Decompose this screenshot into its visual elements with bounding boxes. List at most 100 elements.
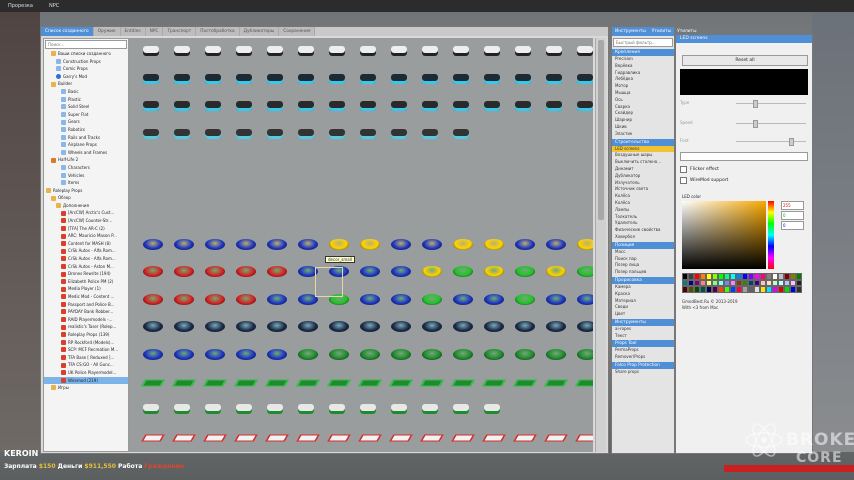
spawn-icon[interactable] [453, 211, 473, 222]
tree-node[interactable]: CrSk Autos - Alfa Rom... [44, 247, 128, 255]
spawn-icon[interactable] [205, 348, 225, 360]
spawn-icon[interactable] [174, 46, 190, 56]
spawn-icon[interactable] [205, 266, 225, 277]
spawn-icon[interactable] [174, 101, 190, 111]
tool-item[interactable]: Шарнир [612, 117, 674, 124]
spawn-icon[interactable] [267, 101, 283, 111]
spawn-icon[interactable] [515, 321, 535, 332]
spawn-icon[interactable] [360, 403, 376, 414]
tree-node[interactable]: ARC: Mauricio Mason P... [44, 232, 128, 240]
slider-knob[interactable] [788, 138, 794, 146]
tool-item[interactable]: Гидравлика [612, 70, 674, 77]
tool-item[interactable]: Share props [612, 369, 674, 376]
spawn-icon[interactable] [481, 434, 507, 442]
slider-knob[interactable] [752, 100, 758, 108]
spawn-icon[interactable] [360, 156, 380, 167]
spawn-icon[interactable] [484, 321, 504, 332]
spawn-icon[interactable] [453, 73, 469, 84]
spawn-icon[interactable] [360, 266, 380, 277]
spawn-icon[interactable] [264, 434, 290, 442]
spawn-icon[interactable] [546, 238, 566, 250]
spawn-icon[interactable] [391, 211, 411, 222]
tree-node[interactable]: Media Player (1) [44, 285, 128, 293]
tool-item[interactable]: Колёса [612, 193, 674, 200]
spawn-icon[interactable] [422, 184, 442, 195]
spawn-icon[interactable] [577, 211, 593, 222]
tool-item[interactable]: Ось [612, 97, 674, 104]
spawn-icon[interactable] [546, 211, 566, 222]
speed-slider[interactable] [736, 120, 806, 128]
tool-item[interactable]: Удалитель [612, 220, 674, 227]
spawn-icon[interactable] [515, 238, 535, 250]
tree-node[interactable]: Ваши списки созданного [44, 50, 128, 58]
spawn-icon[interactable] [205, 403, 221, 414]
tool-item[interactable]: Лебёдка [612, 76, 674, 83]
spawn-icon[interactable] [174, 403, 190, 414]
color-picker-field[interactable] [682, 201, 766, 269]
spawn-icon[interactable] [298, 184, 318, 195]
spawn-icon[interactable] [388, 379, 414, 387]
tool-item[interactable]: Сварка [612, 104, 674, 111]
spawn-icon[interactable] [202, 434, 228, 442]
spawn-icon[interactable] [267, 211, 287, 222]
tool-item[interactable]: Физические свойства [612, 227, 674, 234]
tree-node[interactable]: TFA CS:GO - All Gunc... [44, 361, 128, 369]
tree-node[interactable]: Basic [44, 88, 128, 96]
spawn-icon[interactable] [484, 211, 504, 222]
spawn-icon[interactable] [360, 293, 380, 305]
spawn-icon[interactable] [267, 46, 283, 56]
spawn-icon[interactable] [326, 434, 352, 442]
spawn-icon[interactable] [298, 128, 314, 139]
palette-swatch[interactable] [796, 286, 802, 293]
spawn-icon[interactable] [233, 379, 259, 387]
tool-item[interactable]: PermaProps [612, 347, 674, 354]
spawn-icon[interactable] [391, 321, 411, 332]
spawn-icon[interactable] [391, 293, 411, 305]
spawn-icon[interactable] [453, 403, 469, 414]
spawn-icon[interactable] [453, 266, 473, 277]
tree-node[interactable]: Passport and Police B... [44, 301, 128, 309]
spawn-icon[interactable] [515, 73, 531, 84]
spawn-icon[interactable] [546, 293, 566, 305]
spawn-icon[interactable] [329, 321, 349, 332]
spawn-icon[interactable] [577, 156, 593, 167]
hue-slider[interactable] [768, 201, 774, 269]
spawn-icon[interactable] [484, 73, 500, 84]
spawn-icon[interactable] [453, 156, 473, 167]
spawn-icon[interactable] [450, 434, 476, 442]
spawn-icon[interactable] [360, 73, 376, 84]
spawn-icon[interactable] [515, 266, 535, 277]
spawn-icon[interactable] [205, 293, 225, 305]
red-value-input[interactable]: 255 [781, 201, 804, 210]
spawn-icon[interactable] [360, 101, 376, 111]
spawn-icon[interactable] [329, 128, 345, 139]
spawn-icon[interactable] [422, 156, 442, 167]
spawn-icon[interactable] [515, 184, 535, 195]
spawn-icon[interactable] [577, 73, 593, 84]
spawn-icon[interactable] [543, 379, 569, 387]
spawn-icon[interactable] [515, 156, 535, 167]
spawn-icon[interactable] [422, 46, 438, 56]
spawn-icon[interactable] [422, 73, 438, 84]
spawn-icon[interactable] [360, 128, 376, 139]
spawn-icon[interactable] [422, 211, 442, 222]
spawn-icon[interactable] [391, 403, 407, 414]
spawn-icon[interactable] [484, 293, 504, 305]
spawn-icon[interactable] [298, 211, 318, 222]
spawn-icon[interactable] [484, 403, 500, 414]
tree-node[interactable]: Обзор [44, 194, 128, 202]
tool-item[interactable]: LED screens [612, 145, 674, 153]
blue-value-input[interactable]: 0 [781, 221, 804, 230]
spawn-icon[interactable] [140, 434, 166, 442]
spawn-icon[interactable] [388, 434, 414, 442]
spawn-icon[interactable] [450, 379, 476, 387]
spawn-icon[interactable] [298, 101, 314, 111]
spawn-icon[interactable] [484, 184, 504, 195]
tool-item[interactable]: Мышца [612, 90, 674, 97]
spawn-icon[interactable] [453, 348, 473, 360]
tree-node[interactable]: Builder [44, 80, 128, 88]
tree-node[interactable]: CrSk Autos - Alfa Rom... [44, 255, 128, 263]
spawn-icon[interactable] [236, 156, 256, 167]
spawn-icon[interactable] [295, 379, 321, 387]
spawn-icon[interactable] [574, 379, 593, 387]
